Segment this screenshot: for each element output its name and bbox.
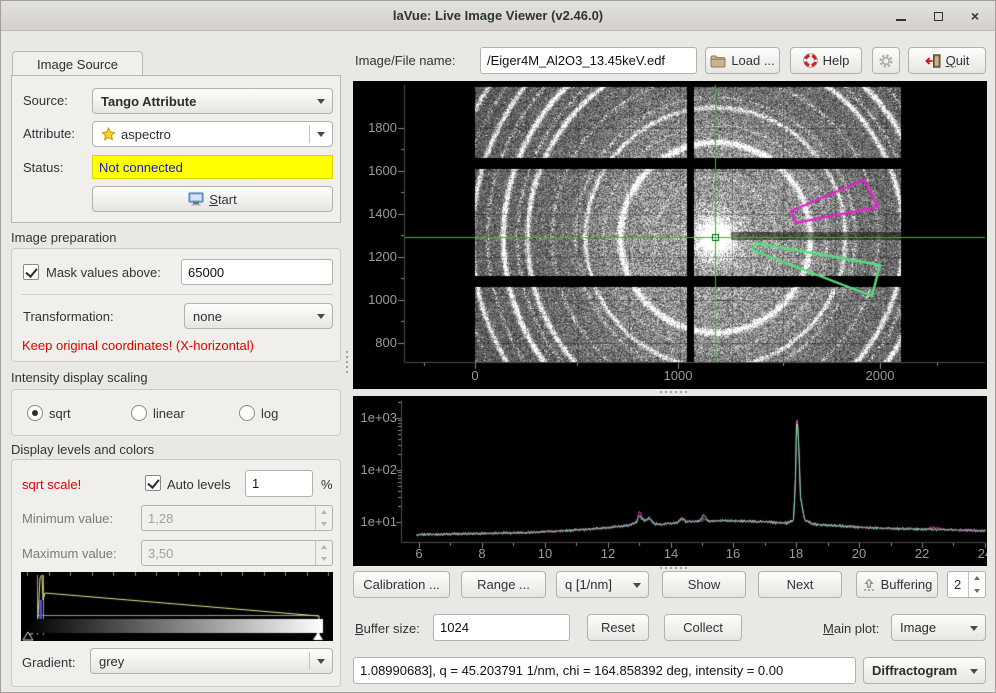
gradient-label: Gradient: [22, 655, 75, 670]
buffering-button[interactable]: Buffering [856, 571, 938, 598]
spin-down-icon [316, 518, 332, 530]
splitter-handle-image-plot[interactable] [660, 391, 687, 393]
radio-log[interactable] [239, 405, 255, 421]
show-button[interactable]: Show [662, 571, 746, 598]
range-button[interactable]: Range ... [461, 571, 546, 598]
auto-levels-checkbox[interactable] [145, 475, 161, 491]
unit-select[interactable]: q [1/nm] [556, 571, 649, 598]
buffer-size-input[interactable]: 1024 [433, 614, 570, 641]
image-plot: 18001600140012001000800010002000 [353, 81, 987, 389]
main-plot-select[interactable]: Image [891, 614, 986, 641]
file-name-label: Image/File name: [355, 53, 455, 68]
mask-label: Mask values above: [46, 265, 161, 280]
collect-button[interactable]: Collect [664, 614, 742, 641]
radio-linear-label: linear [153, 406, 185, 421]
chevron-down-icon [633, 583, 641, 588]
status-label: Status: [23, 160, 63, 175]
pointer-info-field: 1.08990683], q = 45.203791 1/nm, chi = 1… [353, 657, 856, 684]
section-display-levels: Display levels and colors [11, 442, 154, 457]
upload-icon [862, 578, 876, 592]
load-button[interactable]: Load ... [705, 47, 780, 74]
quit-button[interactable]: Quit [908, 47, 986, 74]
monitor-icon [188, 192, 204, 206]
coordinates-note: Keep original coordinates! (X-horizontal… [22, 338, 254, 353]
source-label: Source: [23, 93, 68, 108]
attribute-combo[interactable]: aspectro [92, 121, 333, 147]
calibration-button[interactable]: Calibration ... [353, 571, 450, 598]
plot-type-select[interactable]: Diffractogram [863, 657, 986, 684]
diffractogram-plot: 1e+011e+021e+03681012141618202224 [353, 396, 987, 566]
minimum-value-spinbox: 1,28 [141, 505, 333, 531]
spin-up-icon [316, 506, 332, 518]
maximize-icon [934, 12, 943, 21]
section-intensity-scaling: Intensity display scaling [11, 370, 148, 385]
radio-linear[interactable] [131, 405, 147, 421]
next-button[interactable]: Next [758, 571, 842, 598]
chevron-down-icon [970, 626, 978, 631]
mask-input[interactable]: 65000 [181, 259, 333, 285]
chevron-down-icon [317, 99, 325, 104]
folder-icon [710, 54, 726, 68]
spin-up-icon [316, 541, 332, 553]
titlebar: laVue: Live Image Viewer (v2.46.0) × [1, 1, 995, 31]
auto-levels-label: Auto levels [167, 477, 231, 492]
exit-door-icon [925, 54, 941, 68]
spin-down-icon [316, 553, 332, 565]
minimize-button[interactable] [890, 6, 912, 26]
gear-icon [878, 53, 894, 69]
lifebuoy-icon [803, 53, 818, 68]
maximum-value-spinbox: 3,50 [141, 540, 333, 566]
radio-sqrt[interactable] [27, 405, 43, 421]
section-image-preparation: Image preparation [11, 230, 117, 245]
percent-label: % [321, 477, 333, 492]
transformation-label: Transformation: [23, 309, 114, 324]
mask-checkbox[interactable] [23, 264, 39, 280]
star-icon [101, 127, 116, 142]
close-button[interactable]: × [964, 6, 986, 26]
close-icon: × [971, 9, 979, 23]
image-plot-canvas[interactable] [353, 81, 987, 389]
diffractogram-canvas[interactable] [353, 396, 987, 566]
file-name-input[interactable]: /Eiger4M_Al2O3_13.45keV.edf [480, 47, 697, 74]
splitter-handle-toolbar[interactable] [660, 567, 687, 569]
sqrt-scale-note: sqrt scale! [22, 477, 81, 492]
auto-levels-input[interactable]: 1 [245, 470, 313, 497]
vertical-splitter-handle[interactable] [346, 351, 348, 373]
start-button[interactable]: Start [92, 186, 333, 212]
transformation-select[interactable]: none [184, 303, 333, 329]
main-plot-label: Main plot: [823, 621, 879, 636]
maximum-value-label: Maximum value: [22, 546, 117, 561]
minimize-icon [896, 19, 906, 21]
maximize-button[interactable] [927, 6, 949, 26]
settings-button[interactable] [872, 47, 900, 74]
source-select[interactable]: Tango Attribute [92, 88, 333, 114]
radio-log-label: log [261, 406, 278, 421]
gradient-select[interactable]: grey [90, 648, 333, 674]
tab-image-source[interactable]: Image Source [12, 51, 143, 76]
chevron-down-icon [317, 659, 325, 664]
chevron-down-icon [970, 669, 978, 674]
spin-down-icon[interactable] [969, 585, 985, 598]
chevron-down-icon [317, 132, 325, 137]
radio-sqrt-label: sqrt [49, 406, 71, 421]
buffer-size-label: Buffer size: [355, 621, 420, 636]
minimum-value-label: Minimum value: [22, 511, 113, 526]
reset-button[interactable]: Reset [587, 614, 649, 641]
spin-up-icon[interactable] [969, 572, 985, 585]
attribute-label: Attribute: [23, 126, 75, 141]
help-button[interactable]: Help [790, 47, 862, 74]
status-badge: Not connected [92, 155, 333, 179]
histogram-levels-widget[interactable] [21, 572, 333, 641]
chevron-down-icon [317, 314, 325, 319]
window-title: laVue: Live Image Viewer (v2.46.0) [1, 8, 995, 23]
buffer-count-spinbox[interactable]: 2 [947, 571, 986, 598]
divider [21, 294, 333, 295]
